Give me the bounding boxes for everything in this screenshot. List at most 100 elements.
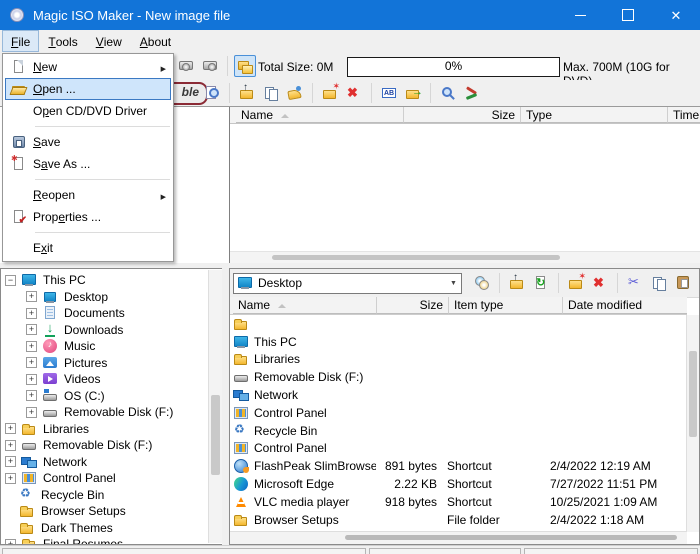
- menu-item-save-as[interactable]: Save As ...: [5, 153, 171, 175]
- expander-plus-icon[interactable]: [26, 406, 37, 418]
- tree-item-final-resumes[interactable]: Final Resumes: [1, 536, 208, 544]
- delete-button[interactable]: [343, 82, 365, 104]
- menu-item-new[interactable]: New: [5, 56, 171, 78]
- tree-item-pictures[interactable]: Pictures: [1, 355, 208, 372]
- tree-vscrollbar[interactable]: [208, 270, 222, 543]
- expander-plus-icon[interactable]: [5, 439, 16, 451]
- data-folders-button[interactable]: [234, 55, 256, 77]
- iso-column-header-name[interactable]: Name: [236, 107, 404, 123]
- explorer-column-header-name[interactable]: Name: [233, 297, 377, 314]
- menubar-item-tools[interactable]: Tools: [39, 30, 86, 52]
- menubar-item-about[interactable]: About: [131, 30, 180, 52]
- file-row-this-pc[interactable]: This PC: [230, 333, 687, 351]
- file-row-vlc-media-player[interactable]: VLC media player 918 bytes Shortcut 10/25/2…: [230, 493, 687, 511]
- folder-up-button[interactable]: [236, 82, 258, 104]
- paste-button[interactable]: [672, 272, 694, 294]
- record-cd-button[interactable]: [175, 55, 197, 77]
- add-to-image-button[interactable]: [471, 272, 493, 294]
- refresh-button[interactable]: [530, 272, 552, 294]
- minimize-button[interactable]: [556, 0, 604, 30]
- expander-plus-icon[interactable]: [26, 390, 37, 402]
- view-file-button[interactable]: [201, 82, 223, 104]
- expander-plus-icon[interactable]: [26, 291, 37, 303]
- tree-item-libraries[interactable]: Libraries: [1, 421, 208, 438]
- tree-vscroll-thumb[interactable]: [211, 395, 220, 475]
- explorer-hscrollbar[interactable]: [230, 531, 687, 544]
- location-combobox[interactable]: Desktop: [233, 272, 462, 294]
- copy-files-button[interactable]: [260, 82, 282, 104]
- iso-column-header-time[interactable]: Time: [668, 107, 700, 123]
- file-row-blank[interactable]: [230, 315, 687, 333]
- menu-item-open-cd-dvd-driver[interactable]: Open CD/DVD Driver: [5, 100, 171, 122]
- tree-item-network[interactable]: Network: [1, 454, 208, 471]
- menubar-item-view[interactable]: View: [87, 30, 131, 52]
- close-button[interactable]: ✕: [652, 0, 700, 30]
- tree-item-os-c[interactable]: OS (C:): [1, 388, 208, 405]
- tree-item-desktop[interactable]: Desktop: [1, 289, 208, 306]
- copy-button[interactable]: [648, 272, 670, 294]
- new-folder-button[interactable]: [565, 271, 587, 294]
- expander-plus-icon[interactable]: [26, 324, 37, 336]
- tree-item-music[interactable]: Music: [1, 338, 208, 355]
- extract-files-button[interactable]: [284, 82, 306, 104]
- file-row-flashpeak-slimbrowse[interactable]: FlashPeak SlimBrowse... 891 bytes Shortcut…: [230, 457, 687, 475]
- menu-item-properties[interactable]: Properties ...: [5, 206, 171, 228]
- tree-item-control-panel[interactable]: Control Panel: [1, 470, 208, 487]
- cut-button[interactable]: [624, 272, 646, 294]
- tree-item-dark-themes[interactable]: Dark Themes: [1, 520, 208, 537]
- explorer-vscrollbar[interactable]: [686, 315, 699, 532]
- iso-list-hscroll-thumb[interactable]: [272, 255, 560, 260]
- tree-item-documents[interactable]: Documents: [1, 305, 208, 322]
- explorer-column-header-size[interactable]: Size: [377, 297, 449, 314]
- explorer-hscroll-thumb[interactable]: [345, 535, 677, 540]
- vertical-splitter[interactable]: [222, 268, 229, 545]
- explorer-column-header-date-modified[interactable]: Date modified: [563, 297, 687, 314]
- menu-item-open[interactable]: Open ...: [5, 78, 171, 100]
- file-row-microsoft-edge[interactable]: Microsoft Edge 2.22 KB Shortcut 7/27/2022 1…: [230, 475, 687, 493]
- file-row-recycle-bin[interactable]: Recycle Bin: [230, 422, 687, 440]
- iso-column-header-size[interactable]: Size: [404, 107, 521, 123]
- expander-plus-icon[interactable]: [26, 373, 37, 385]
- expander-plus-icon[interactable]: [5, 472, 16, 484]
- tools-button[interactable]: [461, 82, 483, 104]
- file-row-control-panel[interactable]: Control Panel: [230, 404, 687, 422]
- rename-button[interactable]: [378, 82, 400, 104]
- menu-item-exit[interactable]: Exit: [5, 237, 171, 259]
- menu-item-reopen[interactable]: Reopen: [5, 184, 171, 206]
- tree-item-recycle-bin[interactable]: Recycle Bin: [1, 486, 208, 504]
- file-row-network[interactable]: Network: [230, 386, 687, 404]
- file-row-removable-disk-f[interactable]: Removable Disk (F:): [230, 368, 687, 386]
- new-folder-button[interactable]: [319, 81, 341, 104]
- tree-item-label: This PC: [43, 273, 86, 288]
- explorer-vscroll-thumb[interactable]: [689, 351, 697, 437]
- delete-button[interactable]: [589, 272, 611, 294]
- chevron-down-icon[interactable]: [446, 274, 461, 293]
- file-row-browser-setups[interactable]: Browser Setups File folder 2/4/2022 1:18 A…: [230, 511, 687, 529]
- expander-plus-icon[interactable]: [26, 340, 37, 352]
- tree-item-downloads[interactable]: Downloads: [1, 320, 208, 339]
- explorer-column-header-item-type[interactable]: Item type: [449, 297, 563, 314]
- file-row-libraries[interactable]: Libraries: [230, 351, 687, 369]
- tree-item-removable-disk-f[interactable]: Removable Disk (F:): [1, 404, 208, 421]
- expander-plus-icon[interactable]: [5, 456, 16, 468]
- tree-item-this-pc[interactable]: This PC: [1, 272, 208, 289]
- tree-item-label: Recycle Bin: [41, 487, 105, 502]
- file-row-control-panel[interactable]: Control Panel: [230, 440, 687, 458]
- search-button[interactable]: [437, 82, 459, 104]
- folder-up-button[interactable]: [506, 272, 528, 294]
- expander-plus-icon[interactable]: [5, 423, 16, 435]
- menu-item-save[interactable]: Save: [5, 131, 171, 153]
- tree-item-removable-disk-f[interactable]: Removable Disk (F:): [1, 437, 208, 454]
- maximize-button[interactable]: [604, 0, 652, 30]
- tree-item-browser-setups[interactable]: Browser Setups: [1, 503, 208, 520]
- tree-item-videos[interactable]: Videos: [1, 371, 208, 388]
- expander-plus-icon[interactable]: [26, 357, 37, 369]
- burn-cd-button[interactable]: [199, 55, 221, 77]
- expander-minus-icon[interactable]: [5, 274, 16, 286]
- export-folder-button[interactable]: [402, 82, 424, 104]
- expander-plus-icon[interactable]: [26, 307, 37, 319]
- iso-column-header-type[interactable]: Type: [521, 107, 668, 123]
- title-bar[interactable]: Magic ISO Maker - New image file ✕: [0, 0, 700, 30]
- menubar-item-file[interactable]: File: [2, 30, 40, 52]
